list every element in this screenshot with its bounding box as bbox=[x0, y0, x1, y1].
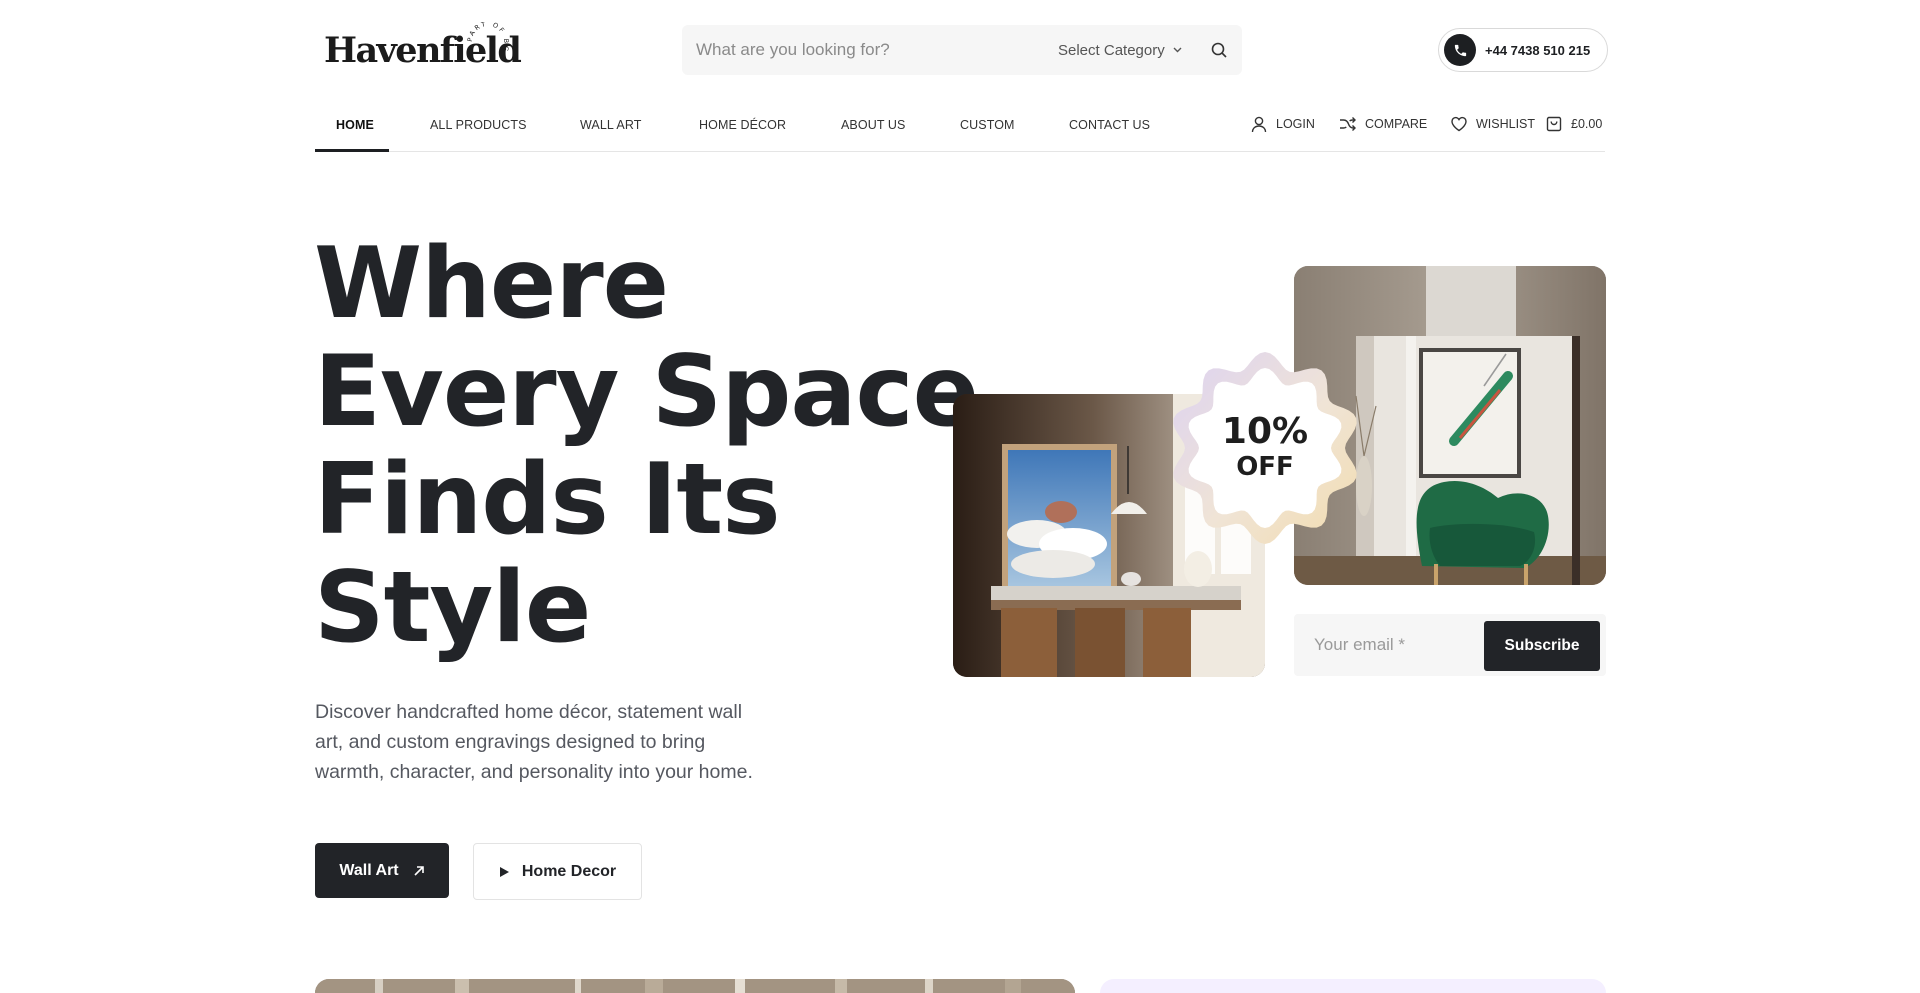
wishlist-link[interactable]: WISHLIST bbox=[1450, 115, 1535, 133]
discount-badge: 10% OFF bbox=[1165, 348, 1365, 548]
cart-link[interactable]: £0.00 bbox=[1545, 115, 1602, 133]
search-icon[interactable] bbox=[1210, 41, 1228, 59]
phone-contact[interactable]: +44 7438 510 215 bbox=[1438, 28, 1608, 72]
brand-tagline: PART OF BG bbox=[466, 22, 510, 54]
nav-item-home[interactable]: HOME bbox=[336, 118, 374, 132]
search-bar: Select Category bbox=[682, 25, 1242, 75]
email-field[interactable] bbox=[1314, 632, 1464, 658]
nav-item-about-us[interactable]: ABOUT US bbox=[841, 118, 905, 132]
nav-item-contact-us[interactable]: CONTACT US bbox=[1069, 118, 1150, 132]
nav-item-all-products[interactable]: ALL PRODUCTS bbox=[430, 118, 527, 132]
nav-item-home-decor[interactable]: HOME DÉCOR bbox=[699, 118, 786, 132]
discount-off-label: OFF bbox=[1236, 452, 1294, 482]
arrow-up-right-icon bbox=[414, 865, 424, 876]
login-label: LOGIN bbox=[1276, 117, 1315, 131]
home-decor-button-label: Home Decor bbox=[521, 862, 617, 880]
hero-description: Discover handcrafted home décor, stateme… bbox=[315, 701, 753, 783]
main-nav: HOME ALL PRODUCTS WALL ART HOME DÉCOR AB… bbox=[315, 100, 1605, 152]
compare-link[interactable]: COMPARE bbox=[1339, 115, 1427, 133]
cart-total: £0.00 bbox=[1571, 117, 1603, 131]
nav-active-indicator bbox=[315, 149, 389, 152]
hero-title-line: Every Space bbox=[314, 335, 979, 449]
chevron-down-icon bbox=[1173, 47, 1182, 53]
banner-image-peek bbox=[315, 979, 1075, 993]
hero-title: Where Every Space Finds Its Style bbox=[314, 227, 979, 665]
home-decor-button[interactable]: Home Decor bbox=[473, 843, 642, 900]
nav-item-custom[interactable]: CUSTOM bbox=[960, 118, 1015, 132]
wishlist-label: WISHLIST bbox=[1476, 117, 1536, 131]
category-select-label: Select Category bbox=[1058, 41, 1165, 59]
nav-item-wall-art[interactable]: WALL ART bbox=[580, 118, 641, 132]
bag-icon bbox=[1546, 116, 1562, 132]
hero-title-line: Style bbox=[314, 551, 591, 665]
category-select[interactable]: Select Category bbox=[1058, 39, 1182, 61]
wall-art-button-label: Wall Art bbox=[339, 861, 399, 879]
promo-card-peek bbox=[1100, 979, 1606, 993]
phone-icon bbox=[1444, 34, 1476, 66]
subscribe-button[interactable]: Subscribe bbox=[1484, 621, 1600, 671]
play-icon bbox=[499, 866, 509, 877]
search-input[interactable] bbox=[696, 35, 1036, 65]
heart-icon bbox=[1451, 116, 1467, 132]
phone-number: +44 7438 510 215 bbox=[1485, 42, 1591, 58]
login-link[interactable]: LOGIN bbox=[1250, 115, 1315, 133]
shuffle-icon bbox=[1340, 117, 1356, 131]
compare-label: COMPARE bbox=[1365, 117, 1428, 131]
wall-art-button[interactable]: Wall Art bbox=[315, 843, 449, 898]
hero-title-line: Where bbox=[314, 227, 669, 341]
subscribe-form: Subscribe bbox=[1294, 614, 1606, 676]
svg-text:PART OF BG: PART OF BG bbox=[466, 22, 510, 54]
brand-logo[interactable]: Havenfield PART OF BG bbox=[324, 20, 522, 76]
badge-text: 10% OFF bbox=[1165, 411, 1365, 482]
discount-percent: 10% bbox=[1221, 411, 1309, 452]
user-icon bbox=[1251, 116, 1267, 133]
hero-title-line: Finds Its bbox=[314, 443, 781, 557]
